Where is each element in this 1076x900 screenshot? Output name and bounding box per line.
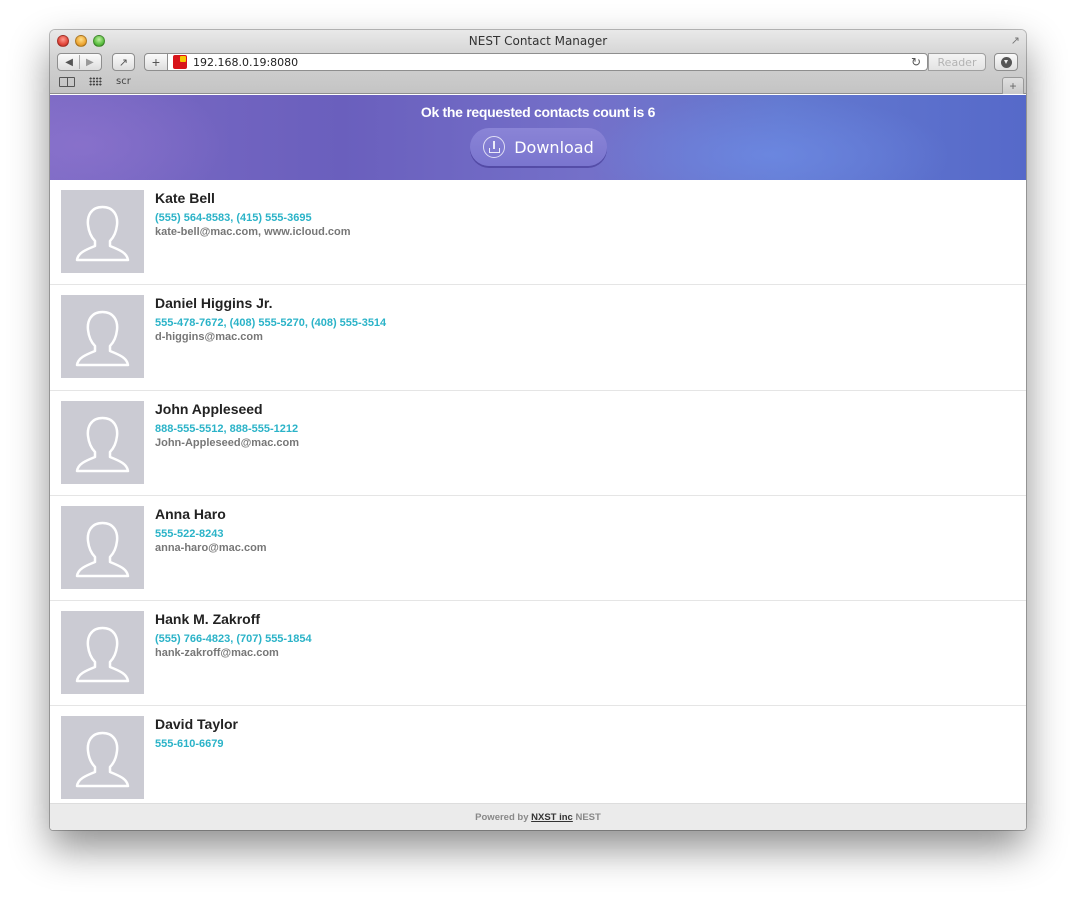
contact-name: Daniel Higgins Jr. [155, 295, 273, 312]
header-banner: Ok the requested contacts count is 6 Dow… [50, 95, 1026, 180]
page-footer: Powered by NXST inc NEST [50, 803, 1026, 830]
contact-list: Kate Bell (555) 564-8583, (415) 555-3695… [50, 180, 1026, 812]
reader-button[interactable]: Reader [928, 53, 986, 71]
contact-name: John Appleseed [155, 400, 263, 417]
reload-icon[interactable]: ↻ [909, 55, 923, 69]
contact-row[interactable]: Anna Haro 555-522-8243 anna-haro@mac.com [50, 496, 1026, 602]
contact-emails: hank-zakroff@mac.com [155, 647, 279, 660]
avatar [61, 400, 144, 484]
contact-phones: (555) 766-4823, (707) 555-1854 [155, 633, 312, 646]
avatar [61, 190, 144, 273]
grid-icon[interactable] [89, 77, 102, 86]
bookmark-item[interactable]: scr [116, 76, 131, 87]
contact-row[interactable]: Daniel Higgins Jr. 555-478-7672, (408) 5… [50, 285, 1026, 391]
contact-phones: 555-610-6679 [155, 738, 224, 751]
downloads-button[interactable] [994, 53, 1018, 71]
add-bookmark-button[interactable]: + [144, 53, 168, 71]
person-placeholder-icon [75, 416, 130, 472]
person-placeholder-icon [75, 626, 130, 683]
contact-name: David Taylor [155, 716, 238, 733]
back-arrow-icon[interactable]: ◀ [65, 57, 73, 68]
browser-window: NEST Contact Manager ↗ ◀ ▶ ↗ + 192.168.0… [50, 30, 1026, 830]
contact-row[interactable]: Kate Bell (555) 564-8583, (415) 555-3695… [50, 180, 1026, 286]
person-placeholder-icon [75, 205, 130, 262]
contact-name: Kate Bell [155, 190, 215, 206]
contact-phones: 555-522-8243 [155, 527, 224, 540]
back-forward-buttons: ◀ ▶ [57, 53, 102, 71]
contact-phones: 888-555-5512, 888-555-1212 [155, 422, 299, 435]
avatar [61, 505, 144, 589]
download-label: Download [514, 137, 594, 157]
contact-emails: John-Appleseed@mac.com [155, 436, 299, 449]
avatar [61, 716, 144, 800]
forward-arrow-icon[interactable]: ▶ [86, 57, 94, 68]
new-tab-button[interactable]: + [1002, 77, 1024, 94]
contact-row[interactable]: David Taylor 555-610-6679 [50, 706, 1026, 811]
window-title: NEST Contact Manager [468, 34, 608, 48]
contact-phones: (555) 564-8583, (415) 555-3695 [155, 212, 312, 224]
bookmarks-bar: scr [59, 76, 131, 87]
avatar [61, 611, 144, 695]
contact-name: Hank M. Zakroff [155, 611, 261, 628]
person-placeholder-icon [75, 521, 130, 578]
company-link[interactable]: NXST inc [531, 812, 573, 823]
contacts-count-message: Ok the requested contacts count is 6 [420, 104, 656, 120]
share-button[interactable]: ↗ [112, 53, 135, 71]
browser-toolbar: NEST Contact Manager ↗ ◀ ▶ ↗ + 192.168.0… [50, 30, 1026, 94]
contact-emails: kate-bell@mac.com, www.icloud.com [155, 226, 351, 238]
contact-emails: d-higgins@mac.com [155, 331, 263, 344]
avatar [61, 295, 144, 379]
url-text[interactable]: 192.168.0.19:8080 [193, 56, 909, 69]
address-bar[interactable]: 192.168.0.19:8080 ↻ [168, 53, 928, 71]
download-icon [483, 136, 506, 158]
contact-emails: anna-haro@mac.com [155, 541, 267, 554]
divider [79, 55, 80, 69]
contact-row[interactable]: John Appleseed 888-555-5512, 888-555-121… [50, 391, 1026, 496]
page-content: Ok the requested contacts count is 6 Dow… [50, 95, 1026, 830]
footer-prefix: Powered by [475, 812, 529, 823]
fullscreen-icon[interactable]: ↗ [1011, 34, 1020, 47]
downloads-icon [1000, 56, 1012, 68]
site-favicon-icon [173, 55, 187, 69]
contact-name: Anna Haro [155, 505, 226, 522]
footer-suffix: NEST [575, 812, 601, 823]
person-placeholder-icon [75, 311, 130, 367]
person-placeholder-icon [75, 732, 130, 788]
book-icon[interactable] [59, 76, 75, 87]
share-icon: ↗ [118, 56, 129, 69]
download-button[interactable]: Download [470, 128, 607, 166]
contact-row[interactable]: Hank M. Zakroff (555) 766-4823, (707) 55… [50, 601, 1026, 707]
contact-phones: 555-478-7672, (408) 555-5270, (408) 555-… [155, 317, 387, 330]
